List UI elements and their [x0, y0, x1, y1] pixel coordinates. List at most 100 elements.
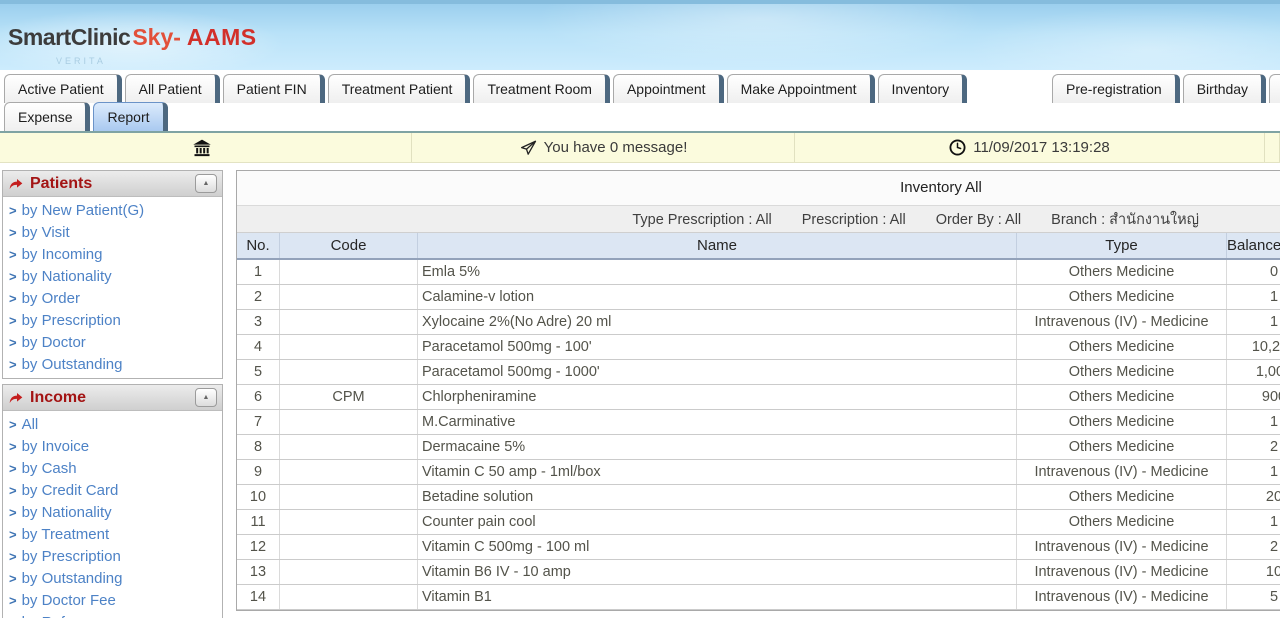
tab-label: Treatment Patient	[342, 81, 453, 97]
table-row: 10 Betadine solution Others Medicine 20	[237, 484, 1280, 509]
cell-code	[280, 484, 418, 509]
sidebar-item-by-outstanding[interactable]: > by Outstanding	[7, 567, 222, 589]
collapse-button[interactable]: ▲	[195, 388, 217, 407]
sidebar-section-items: > All > by Invoice > by Cash > by Credit…	[3, 411, 222, 618]
column-header-type: Type	[1017, 233, 1227, 259]
cell-type: Others Medicine	[1017, 384, 1227, 409]
logo-aams: AAMS	[187, 24, 257, 50]
tab-label: Expense	[18, 109, 72, 125]
tab-label: Report	[107, 109, 149, 125]
column-header-code: Code	[280, 233, 418, 259]
tab-m[interactable]: M	[1269, 74, 1280, 103]
cell-balance: 10,200	[1227, 334, 1280, 359]
column-header-name: Name	[418, 233, 1017, 259]
tab-birthday[interactable]: Birthday	[1183, 74, 1266, 103]
cell-balance: 10	[1227, 559, 1280, 584]
sidebar-item-by-prescription[interactable]: > by Prescription	[7, 309, 222, 331]
sidebar-item-by-order[interactable]: > by Order	[7, 287, 222, 309]
chevron-right-icon: >	[9, 247, 17, 262]
logo-watermark: VERITA	[56, 56, 106, 66]
cell-no: 13	[237, 559, 280, 584]
sidebar-item-by-doctor-fee[interactable]: > by Doctor Fee	[7, 589, 222, 611]
sidebar-item-label: by Visit	[22, 224, 70, 241]
tab-pre-registration[interactable]: Pre-registration	[1052, 74, 1180, 103]
cell-code	[280, 334, 418, 359]
tab-label: Appointment	[627, 81, 706, 97]
tab-all-patient[interactable]: All Patient	[125, 74, 220, 103]
cell-name: Chlorpheniramine	[418, 384, 1017, 409]
sidebar-item-label: by Prescription	[22, 548, 121, 565]
sidebar-item-by-visit[interactable]: > by Visit	[7, 221, 222, 243]
sidebar-item-by-referrer[interactable]: > by Referrer	[7, 611, 222, 618]
sidebar-item-by-prescription[interactable]: > by Prescription	[7, 545, 222, 567]
sidebar-item-by-invoice[interactable]: > by Invoice	[7, 435, 222, 457]
sidebar-item-label: by New Patient(G)	[22, 202, 145, 219]
sidebar-item-by-incoming[interactable]: > by Incoming	[7, 243, 222, 265]
sidebar-item-label: by Credit Card	[22, 482, 119, 499]
table-row: 2 Calamine-v lotion Others Medicine 1	[237, 284, 1280, 309]
table-row: 14 Vitamin B1 Intravenous (IV) - Medicin…	[237, 584, 1280, 609]
cell-balance: 1	[1227, 309, 1280, 334]
chevron-right-icon: >	[9, 269, 17, 284]
cell-type: Others Medicine	[1017, 509, 1227, 534]
cell-name: Paracetamol 500mg - 100'	[418, 334, 1017, 359]
tab-make-appointment[interactable]: Make Appointment	[727, 74, 875, 103]
cell-no: 7	[237, 409, 280, 434]
cell-no: 10	[237, 484, 280, 509]
status-branch-segment	[0, 133, 412, 162]
table-row: 12 Vitamin C 500mg - 100 ml Intravenous …	[237, 534, 1280, 559]
status-datetime-text: 11/09/2017 13:19:28	[973, 139, 1110, 156]
tab-treatment-room[interactable]: Treatment Room	[473, 74, 610, 103]
chevron-right-icon: >	[9, 357, 17, 372]
tab-label: Birthday	[1197, 81, 1248, 97]
bank-icon	[192, 138, 212, 158]
sidebar-item-all[interactable]: > All	[7, 413, 222, 435]
table-row: 11 Counter pain cool Others Medicine 1	[237, 509, 1280, 534]
chevron-right-icon: >	[9, 203, 17, 218]
sidebar-section-header: Income ▲	[3, 385, 222, 411]
tab-report[interactable]: Report	[93, 102, 167, 131]
tab-active-patient[interactable]: Active Patient	[4, 74, 122, 103]
cell-name: Vitamin B1	[418, 584, 1017, 609]
main-tabs-right: Pre-registration Birthday M	[1052, 74, 1280, 103]
sidebar-item-by-cash[interactable]: > by Cash	[7, 457, 222, 479]
cell-code	[280, 559, 418, 584]
sidebar-item-by-nationality[interactable]: > by Nationality	[7, 501, 222, 523]
cell-balance: 2	[1227, 434, 1280, 459]
cell-type: Others Medicine	[1017, 359, 1227, 384]
app-logo: SmartClinicSky-AAMS	[8, 24, 257, 51]
cell-name: Xylocaine 2%(No Adre) 20 ml	[418, 309, 1017, 334]
sidebar-item-by-treatment[interactable]: > by Treatment	[7, 523, 222, 545]
report-title-row: Inventory All	[237, 171, 1280, 205]
cell-name: Dermacaine 5%	[418, 434, 1017, 459]
sidebar-item-label: by Nationality	[22, 268, 112, 285]
report-panel: Inventory All Type Prescription : AllPre…	[236, 170, 1280, 611]
tab-expense[interactable]: Expense	[4, 102, 90, 131]
chevron-right-icon: >	[9, 417, 17, 432]
main-tabs: Active Patient All PatientPatient FIN Trea…	[4, 74, 970, 103]
sidebar-item-by-new-patient-g[interactable]: > by New Patient(G)	[7, 199, 222, 221]
tab-label: Inventory	[892, 81, 950, 97]
sidebar-item-by-credit-card[interactable]: > by Credit Card	[7, 479, 222, 501]
sidebar-item-label: by Outstanding	[22, 570, 123, 587]
chevron-right-icon: >	[9, 593, 17, 608]
cell-no: 5	[237, 359, 280, 384]
cell-balance: 20	[1227, 484, 1280, 509]
sidebar-item-by-outstanding[interactable]: > by Outstanding	[7, 353, 222, 375]
cell-type: Others Medicine	[1017, 434, 1227, 459]
tab-appointment[interactable]: Appointment	[613, 74, 724, 103]
cell-name: Vitamin C 50 amp - 1ml/box	[418, 459, 1017, 484]
tab-label: Active Patient	[18, 81, 104, 97]
tab-treatment-patient[interactable]: Treatment Patient	[328, 74, 471, 103]
report-title: Inventory All	[900, 179, 982, 196]
collapse-button[interactable]: ▲	[195, 174, 217, 193]
sidebar-item-by-nationality[interactable]: > by Nationality	[7, 265, 222, 287]
report-filter-row: Type Prescription : AllPrescription : Al…	[237, 205, 1280, 233]
tab-inventory[interactable]: Inventory	[878, 74, 968, 103]
sidebar-item-by-doctor[interactable]: > by Doctor	[7, 331, 222, 353]
cell-code	[280, 434, 418, 459]
red-arrow-icon	[8, 390, 24, 406]
cell-code	[280, 284, 418, 309]
tab-patient-fin[interactable]: Patient FIN	[223, 74, 325, 103]
sidebar-item-label: by Incoming	[22, 246, 103, 263]
